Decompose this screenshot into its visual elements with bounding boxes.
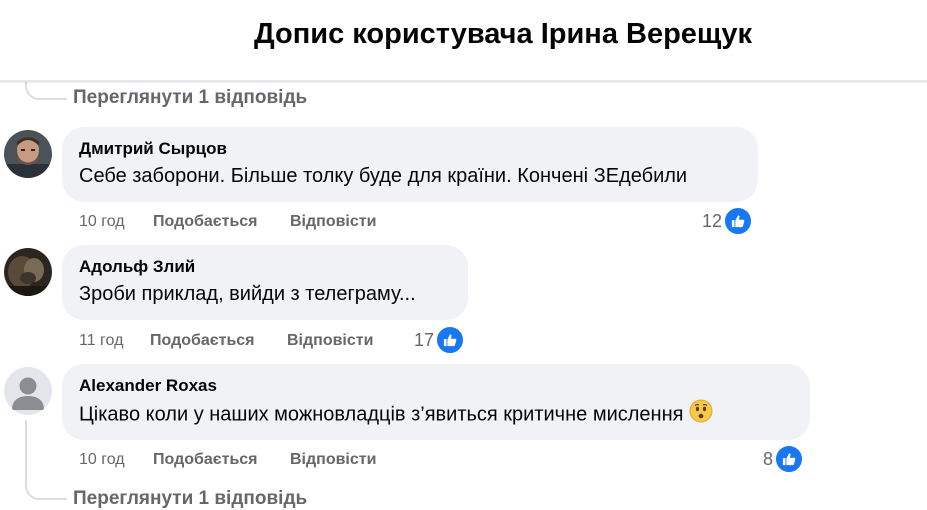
reply-button[interactable]: Відповісти [290, 213, 376, 231]
comment-text-row: Цікаво коли у наших можновладців з’явить… [79, 399, 792, 431]
reaction-count: 17 [414, 329, 435, 350]
reaction-summary[interactable]: 12 [702, 206, 754, 236]
view-replies-link[interactable]: Переглянути 1 відповідь [73, 87, 307, 109]
comment-bubble: Адольф Злий Зроби приклад, вийди з телег… [62, 245, 468, 320]
comment-actions: 11 год Подобається Відповісти [79, 332, 399, 352]
comment-actions: 10 год Подобається Відповісти [79, 213, 479, 233]
worried-face-emoji-icon [689, 399, 713, 431]
thread-connector [25, 80, 67, 100]
user-photo-icon [4, 248, 52, 296]
comment-time[interactable]: 10 год [79, 451, 125, 469]
reaction-summary[interactable]: 17 [414, 325, 466, 355]
comment-author[interactable]: Alexander Roxas [79, 375, 792, 397]
reaction-count: 8 [763, 448, 774, 469]
like-button[interactable]: Подобається [153, 213, 258, 231]
reaction-summary[interactable]: 8 [763, 444, 805, 474]
comment-text: Зроби приклад, вийди з телеграму... [79, 283, 416, 305]
default-avatar-icon [4, 367, 52, 415]
user-photo-icon [4, 130, 52, 178]
comment-time[interactable]: 10 год [79, 213, 125, 231]
like-button[interactable]: Подобається [153, 451, 258, 469]
comment-bubble: Дмитрий Сырцов Себе заборони. Більше тол… [62, 127, 758, 202]
post-header: Допис користувача Ірина Верещук [0, 0, 927, 82]
comment-actions: 10 год Подобається Відповісти [79, 451, 479, 471]
comment-bubble: Alexander Roxas Цікаво коли у наших можн… [62, 364, 810, 440]
page-title: Допис користувача Ірина Верещук [254, 18, 753, 50]
reaction-count: 12 [702, 210, 723, 231]
avatar[interactable] [4, 130, 52, 178]
comment-time[interactable]: 11 год [79, 332, 123, 350]
reply-button[interactable]: Відповісти [290, 451, 376, 469]
thread-connector [25, 420, 27, 480]
comment-author[interactable]: Дмитрий Сырцов [79, 138, 740, 160]
avatar[interactable] [4, 248, 52, 296]
like-icon [774, 444, 805, 474]
like-icon [723, 206, 754, 236]
thread-connector [25, 478, 67, 500]
comment-author[interactable]: Адольф Злий [79, 256, 450, 278]
like-icon [435, 325, 466, 355]
reply-button[interactable]: Відповісти [287, 332, 373, 350]
comment-text: Себе заборони. Більше толку буде для кра… [79, 165, 688, 187]
comment-text: Цікаво коли у наших можновладців з’явить… [79, 403, 684, 426]
like-button[interactable]: Подобається [150, 332, 255, 350]
avatar[interactable] [4, 367, 52, 415]
